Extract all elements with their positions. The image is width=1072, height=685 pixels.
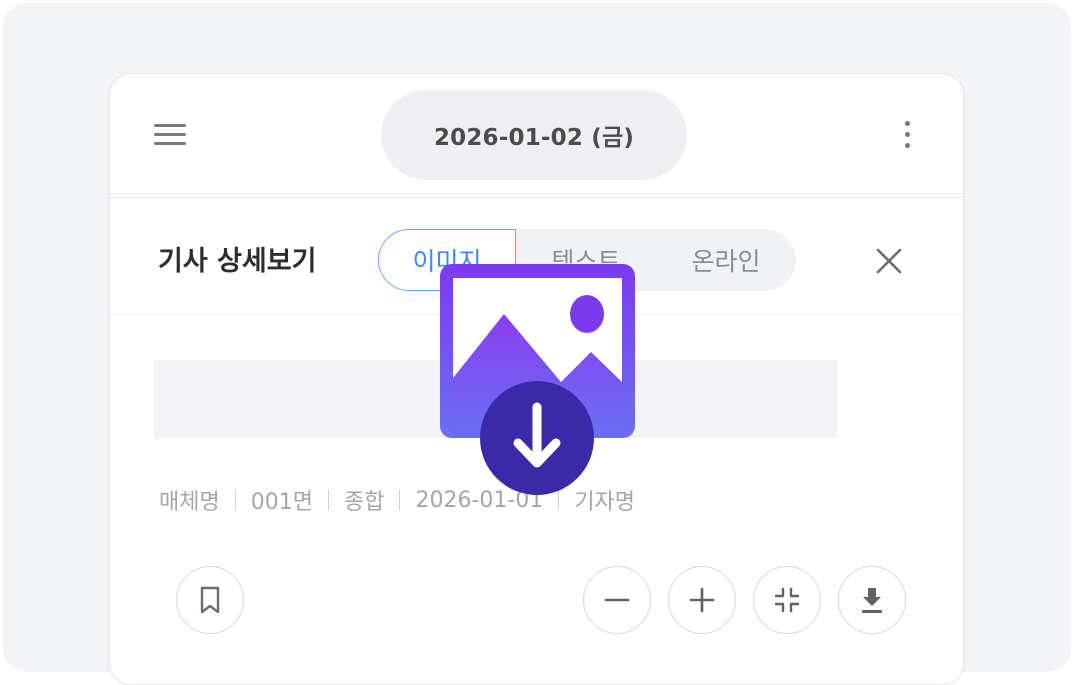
zoom-in-button[interactable] <box>668 566 736 634</box>
meta-section: 종합 <box>343 490 385 515</box>
fit-screen-button[interactable] <box>753 566 821 634</box>
hamburger-menu-icon[interactable] <box>154 124 186 146</box>
plus-icon <box>689 587 715 613</box>
meta-page: 001면 <box>250 490 313 515</box>
top-bar: 2026-01-02 (금) <box>110 74 963 194</box>
download-button[interactable] <box>838 566 906 634</box>
zoom-out-button[interactable] <box>583 566 651 634</box>
minus-icon <box>604 598 630 602</box>
meta-publisher: 매체명 <box>159 490 220 515</box>
date-selector[interactable]: 2026-01-02 (금) <box>381 90 687 180</box>
divider <box>110 193 963 194</box>
download-icon <box>862 588 882 613</box>
panel-title: 기사 상세보기 <box>158 246 317 277</box>
more-vertical-icon[interactable] <box>902 121 912 151</box>
bookmark-button[interactable] <box>176 566 244 634</box>
meta-separator <box>399 490 401 510</box>
tab-online[interactable]: 온라인 <box>656 229 796 291</box>
meta-separator <box>234 490 236 510</box>
fit-screen-icon <box>774 587 800 613</box>
bookmark-icon <box>200 586 220 614</box>
divider <box>110 197 963 198</box>
meta-separator <box>327 490 329 510</box>
image-download-icon <box>436 264 638 496</box>
close-icon[interactable] <box>874 246 904 276</box>
